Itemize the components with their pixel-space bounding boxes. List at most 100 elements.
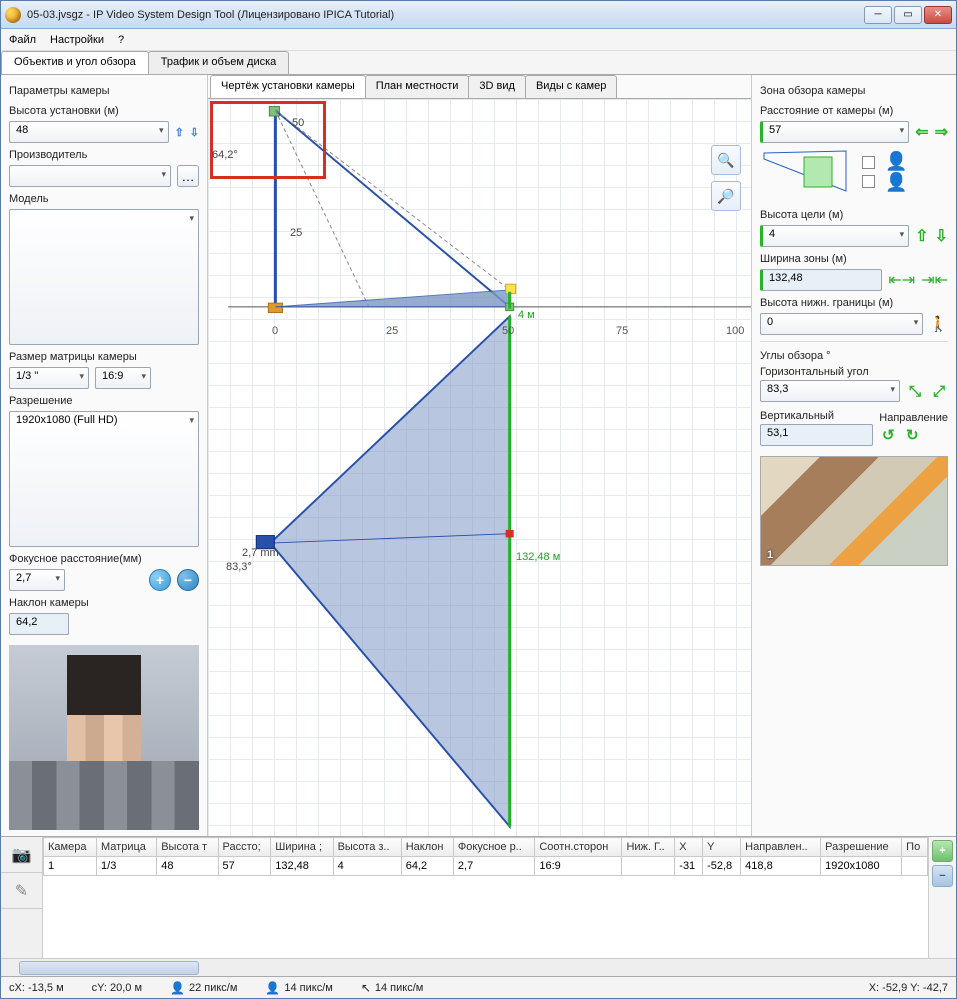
status-bar: cX: -13,5 м cY: 20,0 м 👤22 пикс/м 👤14 пи… — [1, 976, 956, 998]
minimize-button[interactable]: ─ — [864, 6, 892, 24]
manufacturer-browse-button[interactable]: … — [177, 165, 199, 187]
focal-plus-button[interactable]: + — [149, 569, 171, 591]
col-focal[interactable]: Фокусное р.. — [453, 838, 534, 857]
zone-width-label: 132,48 м — [516, 551, 560, 563]
left-panel: Параметры камеры Высота установки (м) 48… — [1, 75, 208, 836]
highlight-box — [210, 101, 326, 179]
table-row[interactable]: 1 1/3 48 57 132,48 4 64,2 2,7 16:9 -31 -… — [44, 857, 928, 876]
col-camera[interactable]: Камера — [44, 838, 97, 857]
status-cy: cY: 20,0 м — [92, 982, 142, 994]
target-h-label: 4 м — [518, 309, 535, 321]
target-down-icon[interactable]: ⇩ — [935, 226, 948, 246]
person-small-icon: 👤 — [265, 981, 280, 995]
zoom-out-button[interactable]: 🔎 — [711, 181, 741, 211]
minimap-index: 1 — [767, 549, 773, 561]
axis-0: 0 — [272, 325, 278, 337]
camera-table[interactable]: Камера Матрица Высота т Рассто; Ширина ;… — [43, 837, 928, 958]
aspect-combo[interactable]: 16:9 — [95, 367, 151, 389]
axis-100: 100 — [726, 325, 744, 337]
tilt-label: Наклон камеры — [9, 597, 199, 609]
camera-preview — [9, 645, 199, 830]
add-row-button[interactable]: + — [932, 840, 953, 862]
height-down-icon[interactable]: ⇩ — [190, 126, 199, 139]
zone-narrow-icon[interactable]: ⇤⇥ — [888, 270, 915, 290]
col-po[interactable]: По — [902, 838, 928, 857]
person-male-check[interactable] — [862, 156, 875, 169]
target-up-icon[interactable]: ⇧ — [915, 226, 928, 246]
v-angle-label: Вертикальный — [760, 410, 873, 422]
menu-settings[interactable]: Настройки — [50, 34, 104, 46]
person-female-icon: 👤 — [885, 172, 907, 193]
col-dir[interactable]: Направлен.. — [741, 838, 821, 857]
distance-combo[interactable]: 57 — [760, 121, 909, 143]
col-matrix[interactable]: Матрица — [97, 838, 157, 857]
rotate-ccw-icon[interactable]: ↺ — [879, 426, 897, 444]
low-height-label: Высота нижн. границы (м) — [760, 297, 948, 309]
col-low[interactable]: Ниж. Г.. — [622, 838, 675, 857]
col-y[interactable]: Y — [703, 838, 741, 857]
target-height-combo[interactable]: 4 — [760, 225, 909, 247]
close-button[interactable]: ✕ — [924, 6, 952, 24]
status-xy: X: -52,9 Y: -42,7 — [869, 982, 948, 994]
tab-traffic[interactable]: Трафик и объем диска — [148, 51, 290, 74]
distance-label: Расстояние от камеры (м) — [760, 105, 948, 117]
elev-height-label: 50 — [292, 117, 304, 129]
h-angle-expand-icon[interactable]: ⤡ — [906, 382, 924, 400]
title-bar: 05-03.jvsgz - IP Video System Design Too… — [1, 1, 956, 29]
col-tilt[interactable]: Наклон — [401, 838, 453, 857]
window-title: 05-03.jvsgz - IP Video System Design Too… — [27, 9, 864, 21]
focal-combo[interactable]: 2,7 — [9, 569, 65, 591]
h-angle-combo[interactable]: 83,3 — [760, 380, 900, 402]
height-up-icon[interactable]: ⇧ — [175, 126, 184, 139]
menu-file[interactable]: Файл — [9, 34, 36, 46]
zone-wide-icon[interactable]: ⇥⇤ — [921, 270, 948, 290]
col-zone-w[interactable]: Ширина ; — [271, 838, 333, 857]
person-female-check[interactable] — [862, 175, 875, 188]
distance-right-icon[interactable]: ⇒ — [935, 122, 948, 142]
tilt-value: 64,2 — [9, 613, 69, 635]
axis-50: 50 — [502, 325, 514, 337]
col-distance[interactable]: Рассто; — [218, 838, 271, 857]
h-angle-label: Горизонтальный угол — [760, 366, 948, 378]
tab-camera-views[interactable]: Виды с камер — [525, 75, 617, 98]
col-zone-h[interactable]: Высота з.. — [333, 838, 401, 857]
target-height-label: Высота цели (м) — [760, 209, 948, 221]
h-angle-shrink-icon[interactable]: ⤢ — [930, 382, 948, 400]
col-res[interactable]: Разрешение — [821, 838, 902, 857]
zone-diagram-icon — [760, 149, 850, 195]
h-scrollbar[interactable] — [1, 958, 956, 976]
tab-lens[interactable]: Объектив и угол обзора — [1, 51, 149, 74]
tab-plan[interactable]: План местности — [365, 75, 470, 98]
col-x[interactable]: X — [675, 838, 703, 857]
resolution-combo[interactable]: 1920x1080 (Full HD) — [9, 411, 199, 547]
col-height[interactable]: Высота т — [157, 838, 218, 857]
focal-minus-button[interactable]: − — [177, 569, 199, 591]
rotate-cw-icon[interactable]: ↻ — [903, 426, 921, 444]
status-px1: 22 пикс/м — [189, 982, 237, 994]
cursor-icon: ↖ — [361, 981, 371, 995]
drawing-canvas[interactable]: 64,2° 50 25 4 м 2,7 mm 83,3° 132,48 м 0 … — [208, 99, 751, 836]
install-height-combo[interactable]: 48 — [9, 121, 169, 143]
low-height-combo[interactable]: 0 — [760, 313, 923, 335]
v-angle-value: 53,1 — [760, 424, 873, 446]
tab-3d[interactable]: 3D вид — [468, 75, 526, 98]
remove-row-button[interactable]: − — [932, 865, 953, 887]
bottom-panel: 📷 ✎ Камера Матрица Высота т Рассто; Шири… — [1, 836, 956, 976]
minimap[interactable]: 1 — [760, 456, 948, 566]
tilt-angle-label: 64,2° — [212, 149, 238, 161]
menu-help[interactable]: ? — [118, 34, 124, 46]
elev-mid-label: 25 — [290, 227, 302, 239]
zone-title: Зона обзора камеры — [760, 85, 948, 97]
tab-drawing[interactable]: Чертёж установки камеры — [210, 75, 366, 98]
model-combo[interactable] — [9, 209, 199, 345]
zoom-in-button[interactable]: 🔍 — [711, 145, 741, 175]
sensor-size-combo[interactable]: 1/3 " — [9, 367, 89, 389]
manufacturer-combo[interactable] — [9, 165, 171, 187]
maximize-button[interactable]: ▭ — [894, 6, 922, 24]
distance-left-icon[interactable]: ⇐ — [915, 122, 928, 142]
col-aspect[interactable]: Соотн.сторон — [535, 838, 622, 857]
app-icon — [5, 7, 21, 23]
cable-tool-icon[interactable]: ✎ — [1, 873, 42, 909]
camera-tool-icon[interactable]: 📷 — [1, 837, 42, 873]
right-panel: Зона обзора камеры Расстояние от камеры … — [751, 75, 956, 836]
